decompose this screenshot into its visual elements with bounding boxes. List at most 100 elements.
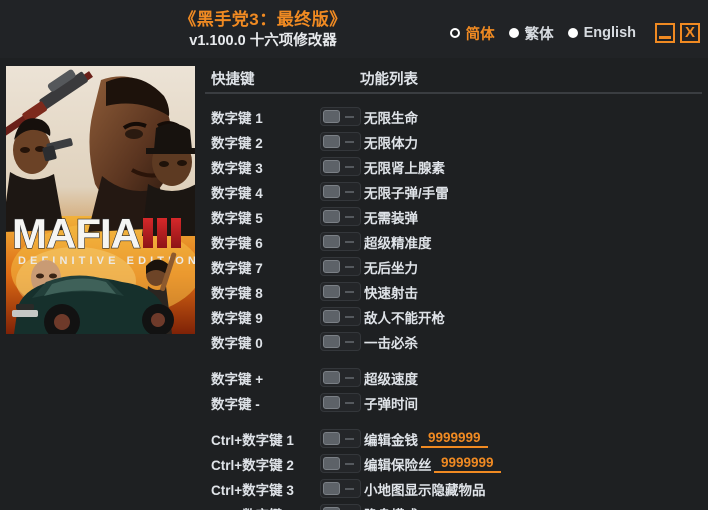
cheat-toggle[interactable]	[320, 454, 361, 473]
cheat-row: 数字键 0 一击必杀	[0, 329, 708, 354]
version-subtitle: v1.100.0 十六项修改器	[189, 33, 337, 49]
toggle-knob	[323, 396, 340, 409]
cheat-row: 数字键 4 无限子弹/手雷	[0, 179, 708, 204]
cheat-row: 数字键 2 无限体力	[0, 129, 708, 154]
cheat-label: 无后坐力	[364, 260, 418, 276]
cheat-label: 无限子弹/手雷	[364, 185, 449, 201]
cheat-row: 数字键 1 无限生命	[0, 104, 708, 129]
minimize-icon	[659, 36, 671, 39]
cheat-toggle[interactable]	[320, 393, 361, 412]
cheat-label: 小地图显示隐藏物品	[364, 482, 486, 498]
cheat-toggle[interactable]	[320, 429, 361, 448]
toggle-knob	[323, 457, 340, 470]
lang-label-simplified: 简体	[465, 26, 495, 43]
close-button[interactable]: X	[680, 23, 700, 43]
cheat-toggle[interactable]	[320, 207, 361, 226]
header-divider	[205, 92, 702, 94]
lang-option-simplified[interactable]: 简体	[449, 23, 495, 44]
cheat-toggle[interactable]	[320, 232, 361, 251]
toggle-dash-icon	[345, 116, 354, 118]
cheat-toggle[interactable]	[320, 504, 361, 510]
toggle-knob	[323, 285, 340, 298]
minimize-button[interactable]	[655, 23, 675, 43]
cheat-label: 一击必杀	[364, 335, 418, 351]
hotkey-label: 数字键 8	[211, 285, 263, 301]
hotkey-label: 数字键 -	[211, 396, 260, 412]
toggle-dash-icon	[345, 166, 354, 168]
hotkey-label: 数字键 3	[211, 160, 263, 176]
cheat-toggle[interactable]	[320, 368, 361, 387]
cheat-row: 数字键 7 无后坐力	[0, 254, 708, 279]
value-input[interactable]: 9999999	[421, 430, 488, 448]
radio-dot-icon	[508, 28, 519, 38]
cheat-toggle[interactable]	[320, 479, 361, 498]
cheat-row: Ctrl+数字键 4 隐身模式	[0, 501, 708, 510]
cheat-row: 数字键 9 敌人不能开枪	[0, 304, 708, 329]
toggle-knob	[323, 235, 340, 248]
hotkey-label: 数字键 1	[211, 110, 263, 126]
radio-dot-icon	[567, 28, 578, 38]
value-input[interactable]: 9999999	[434, 455, 501, 473]
title-bar: 《黑手党3：最终版》 v1.100.0 十六项修改器 简体 繁体 English…	[0, 0, 708, 58]
toggle-dash-icon	[345, 463, 354, 465]
cheat-toggle[interactable]	[320, 157, 361, 176]
cheat-toggle[interactable]	[320, 282, 361, 301]
cheat-toggle[interactable]	[320, 257, 361, 276]
hotkey-label: 数字键 0	[211, 335, 263, 351]
toggle-knob	[323, 210, 340, 223]
hotkey-label: Ctrl+数字键 3	[211, 482, 294, 498]
toggle-knob	[323, 185, 340, 198]
title-block: 《黑手党3：最终版》 v1.100.0 十六项修改器	[118, 9, 408, 51]
hotkey-label: Ctrl+数字键 2	[211, 457, 294, 473]
cheat-toggle[interactable]	[320, 132, 361, 151]
cheat-label: 快速射击	[364, 285, 418, 301]
lang-option-english[interactable]: English	[567, 25, 636, 41]
cheat-label: 隐身模式	[364, 504, 418, 510]
cheat-list: 数字键 1 无限生命数字键 2 无限体力数字键 3 无限肾上腺素数字键 4 无限子弹/手…	[0, 104, 708, 510]
toggle-dash-icon	[345, 402, 354, 404]
hotkey-label: 数字键 7	[211, 260, 263, 276]
cheat-label: 无需装弹	[364, 210, 418, 226]
hotkey-label: 数字键 6	[211, 235, 263, 251]
hotkey-label: 数字键 +	[211, 371, 264, 387]
cheat-toggle[interactable]	[320, 332, 361, 351]
cheat-toggle[interactable]	[320, 307, 361, 326]
toggle-dash-icon	[345, 377, 354, 379]
cheat-toggle[interactable]	[320, 107, 361, 126]
cheat-row: 数字键 5 无需装弹	[0, 204, 708, 229]
cheat-row: 数字键 8 快速射击	[0, 279, 708, 304]
cheat-label: 编辑保险丝	[364, 457, 432, 473]
cheat-row: Ctrl+数字键 3 小地图显示隐藏物品	[0, 476, 708, 501]
toggle-dash-icon	[345, 241, 354, 243]
column-header-function: 功能列表	[360, 72, 418, 88]
toggle-knob	[323, 432, 340, 445]
cheat-label: 无限生命	[364, 110, 418, 126]
cheat-label: 敌人不能开枪	[364, 310, 445, 326]
cheat-label: 编辑金钱	[364, 432, 418, 448]
page-title: 《黑手党3：最终版》	[179, 10, 347, 29]
close-icon: X	[684, 24, 695, 41]
hotkey-label: 数字键 9	[211, 310, 263, 326]
radio-selected-icon	[449, 28, 460, 38]
toggle-dash-icon	[345, 438, 354, 440]
cheat-row: 数字键 - 子弹时间	[0, 390, 708, 415]
toggle-dash-icon	[345, 341, 354, 343]
hotkey-label: Ctrl+数字键 4	[211, 504, 294, 510]
toggle-knob	[323, 135, 340, 148]
hotkey-label: 数字键 2	[211, 135, 263, 151]
toggle-dash-icon	[345, 266, 354, 268]
language-selector: 简体 繁体 English X	[449, 22, 700, 44]
cheat-row: Ctrl+数字键 2 编辑保险丝 9999999	[0, 451, 708, 476]
toggle-dash-icon	[345, 216, 354, 218]
toggle-knob	[323, 335, 340, 348]
lang-option-traditional[interactable]: 繁体	[508, 23, 554, 44]
toggle-knob	[323, 371, 340, 384]
cheat-label: 无限体力	[364, 135, 418, 151]
toggle-knob	[323, 160, 340, 173]
cheat-label: 超级速度	[364, 371, 418, 387]
cheat-label: 无限肾上腺素	[364, 160, 445, 176]
cheat-row: 数字键 3 无限肾上腺素	[0, 154, 708, 179]
cheat-toggle[interactable]	[320, 182, 361, 201]
toggle-knob	[323, 260, 340, 273]
trainer-window: 《黑手党3：最终版》 v1.100.0 十六项修改器 简体 繁体 English…	[0, 0, 708, 510]
